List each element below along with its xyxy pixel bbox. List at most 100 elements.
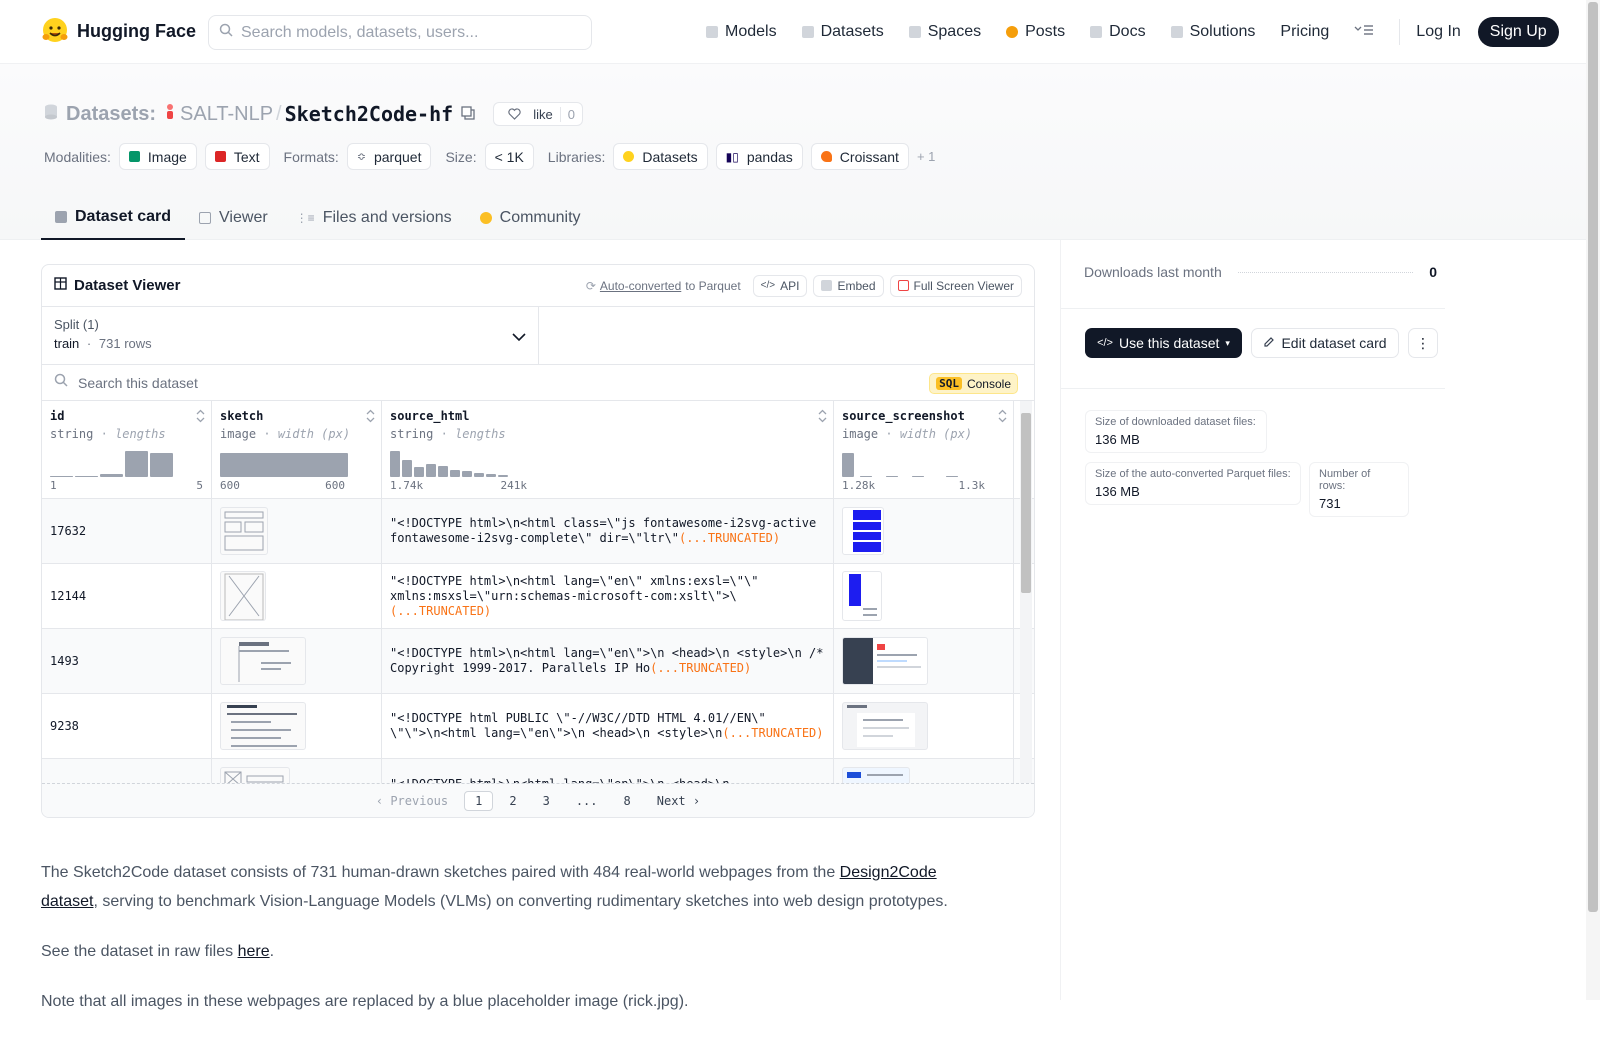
screenshot-thumbnail[interactable] bbox=[842, 637, 928, 685]
nav-more-menu[interactable] bbox=[1354, 23, 1374, 42]
split-dropdown[interactable]: Split (1) train · 731 rows bbox=[42, 307, 539, 364]
histogram bbox=[390, 451, 508, 477]
sketch-thumbnail[interactable] bbox=[220, 507, 268, 555]
nav-docs[interactable]: Docs bbox=[1090, 23, 1146, 41]
page-button-2[interactable]: 2 bbox=[499, 792, 526, 810]
tag-library-datasets[interactable]: Datasets bbox=[613, 143, 708, 170]
fullscreen-button[interactable]: Full Screen Viewer bbox=[889, 274, 1022, 297]
previous-page-button[interactable]: ‹ Previous bbox=[366, 792, 458, 810]
column-header-id[interactable]: id string · lengths 1 5 bbox=[42, 401, 212, 498]
signup-button[interactable]: Sign Up bbox=[1477, 17, 1559, 47]
truncated-marker: (...TRUNCATED) bbox=[390, 603, 492, 618]
tag-size[interactable]: < 1K bbox=[484, 143, 534, 170]
range-max: 600 bbox=[325, 479, 345, 492]
cell-sketch bbox=[212, 694, 382, 758]
table-row[interactable]: 9238 "<!DOCTYPE html PUBLIC \"-//W3C//DT… bbox=[42, 694, 1034, 759]
sql-console-button[interactable]: SQL Console bbox=[929, 373, 1018, 394]
nav-solutions-label: Solutions bbox=[1189, 23, 1256, 40]
org-link[interactable]: SALT-NLP bbox=[164, 102, 273, 126]
global-search[interactable] bbox=[208, 15, 592, 50]
column-header-sketch[interactable]: sketch image · width (px) 600 600 bbox=[212, 401, 382, 498]
html-snippet: "<!DOCTYPE html>\n<html lang=\"en\" xmln… bbox=[390, 573, 759, 603]
stat-label: Size of downloaded dataset files: bbox=[1095, 416, 1256, 428]
tag-modality-text[interactable]: Text bbox=[204, 143, 270, 170]
column-header-source-html[interactable]: source_html string · lengths 1.74k 241k bbox=[382, 401, 834, 498]
nav-pricing[interactable]: Pricing bbox=[1280, 23, 1329, 41]
nav-models[interactable]: Models bbox=[706, 23, 777, 41]
downloads-value: 0 bbox=[1429, 264, 1437, 280]
more-options-button[interactable]: ⋮ bbox=[1408, 328, 1438, 358]
tag-modality-image[interactable]: Image bbox=[118, 143, 197, 170]
dataset-search[interactable]: SQL Console bbox=[42, 365, 1034, 401]
page-scrollbar-thumb[interactable] bbox=[1588, 2, 1598, 912]
files-icon: ⋮≡ bbox=[295, 210, 315, 225]
tab-label: Viewer bbox=[219, 208, 268, 226]
screenshot-thumbnail[interactable] bbox=[842, 571, 882, 621]
stat-separator: · bbox=[100, 427, 108, 441]
embed-button[interactable]: Embed bbox=[813, 274, 884, 297]
split-selector-row: Split (1) train · 731 rows bbox=[42, 307, 1034, 365]
page-button-3[interactable]: 3 bbox=[533, 792, 560, 810]
sort-icon[interactable] bbox=[196, 409, 205, 428]
table-icon bbox=[199, 211, 212, 224]
sketch-thumbnail[interactable] bbox=[220, 702, 306, 750]
page-scrollbar[interactable] bbox=[1586, 0, 1600, 1000]
copy-icon[interactable] bbox=[461, 103, 475, 126]
tab-files[interactable]: ⋮≡ Files and versions bbox=[282, 195, 466, 240]
sort-icon[interactable] bbox=[818, 409, 827, 428]
kebab-icon: ⋮ bbox=[1416, 334, 1430, 351]
page-ellipsis: ... bbox=[575, 793, 598, 808]
edit-card-button[interactable]: Edit dataset card bbox=[1251, 328, 1399, 358]
table-row[interactable]: 1493 "<!DOCTYPE html>\n<html lang=\"en\"… bbox=[42, 629, 1034, 694]
table-row[interactable]: 12144 "<!DOCTYPE html>\n<html lang=\"en\… bbox=[42, 564, 1034, 629]
use-dataset-button[interactable]: </> Use this dataset ▾ bbox=[1085, 328, 1242, 358]
dataset-search-input[interactable] bbox=[78, 374, 678, 391]
cell-source-html: "<!DOCTYPE html>\n<html lang=\"en\">\n <… bbox=[382, 629, 834, 693]
tag-library-pandas[interactable]: ▮▯ pandas bbox=[715, 143, 803, 170]
table-row[interactable]: 17632 "<!DOCTYPE html>\n<html class=\"js… bbox=[42, 499, 1034, 564]
brand-logo[interactable]: Hugging Face bbox=[41, 17, 196, 45]
raw-files-text: See the dataset in raw files bbox=[41, 943, 238, 960]
tag-format-parquet[interactable]: ≎ parquet bbox=[346, 143, 432, 170]
tab-dataset-card[interactable]: Dataset card bbox=[41, 195, 186, 240]
cell-sketch bbox=[212, 564, 382, 628]
next-page-button[interactable]: Next › bbox=[647, 792, 710, 810]
pandas-icon: ▮▯ bbox=[725, 149, 739, 164]
sketch-thumbnail[interactable] bbox=[220, 637, 306, 685]
nav-datasets[interactable]: Datasets bbox=[801, 23, 884, 41]
dataset-name[interactable]: Sketch2Code-hf bbox=[285, 102, 454, 126]
page-button-8[interactable]: 8 bbox=[614, 792, 641, 810]
range-min: 1 bbox=[50, 479, 57, 492]
nav-posts[interactable]: Posts bbox=[1006, 23, 1065, 41]
use-dataset-label: Use this dataset bbox=[1118, 335, 1220, 351]
raw-files-link[interactable]: here bbox=[238, 943, 270, 960]
table-scrollbar[interactable] bbox=[1020, 401, 1032, 789]
page-button-1[interactable]: 1 bbox=[464, 790, 494, 811]
global-search-input[interactable] bbox=[241, 23, 571, 42]
stat-value: 136 MB bbox=[1095, 432, 1140, 447]
libraries-more[interactable]: + 1 bbox=[917, 149, 935, 164]
image-icon bbox=[128, 151, 140, 162]
nav-spaces[interactable]: Spaces bbox=[908, 23, 981, 41]
sort-icon[interactable] bbox=[366, 409, 375, 428]
repo-tabs: Dataset card Viewer ⋮≡ Files and versions… bbox=[41, 195, 595, 240]
sort-icon[interactable] bbox=[998, 409, 1007, 428]
sketch-thumbnail[interactable] bbox=[220, 571, 266, 621]
org-name: SALT-NLP bbox=[180, 102, 274, 125]
auto-converted-link[interactable]: Auto-converted bbox=[600, 279, 681, 293]
screenshot-thumbnail[interactable] bbox=[842, 702, 928, 750]
section-label[interactable]: Datasets: bbox=[66, 103, 156, 126]
nav-solutions[interactable]: Solutions bbox=[1170, 23, 1256, 41]
login-link[interactable]: Log In bbox=[1416, 23, 1460, 41]
table-scrollbar-thumb[interactable] bbox=[1021, 413, 1031, 593]
tag-library-croissant[interactable]: Croissant bbox=[810, 143, 909, 170]
tag-label: pandas bbox=[746, 148, 793, 165]
api-button[interactable]: </> API bbox=[752, 274, 808, 297]
tab-community[interactable]: Community bbox=[466, 195, 595, 240]
tab-viewer[interactable]: Viewer bbox=[185, 195, 282, 240]
screenshot-thumbnail[interactable] bbox=[842, 507, 884, 555]
like-button[interactable]: like 0 bbox=[493, 102, 583, 126]
column-header-source-screenshot[interactable]: source_screenshot image · width (px) 1.2… bbox=[834, 401, 1014, 498]
auto-converted-note: ⟳ Auto-converted to Parquet bbox=[586, 279, 741, 293]
previous-label: Previous bbox=[390, 793, 449, 808]
